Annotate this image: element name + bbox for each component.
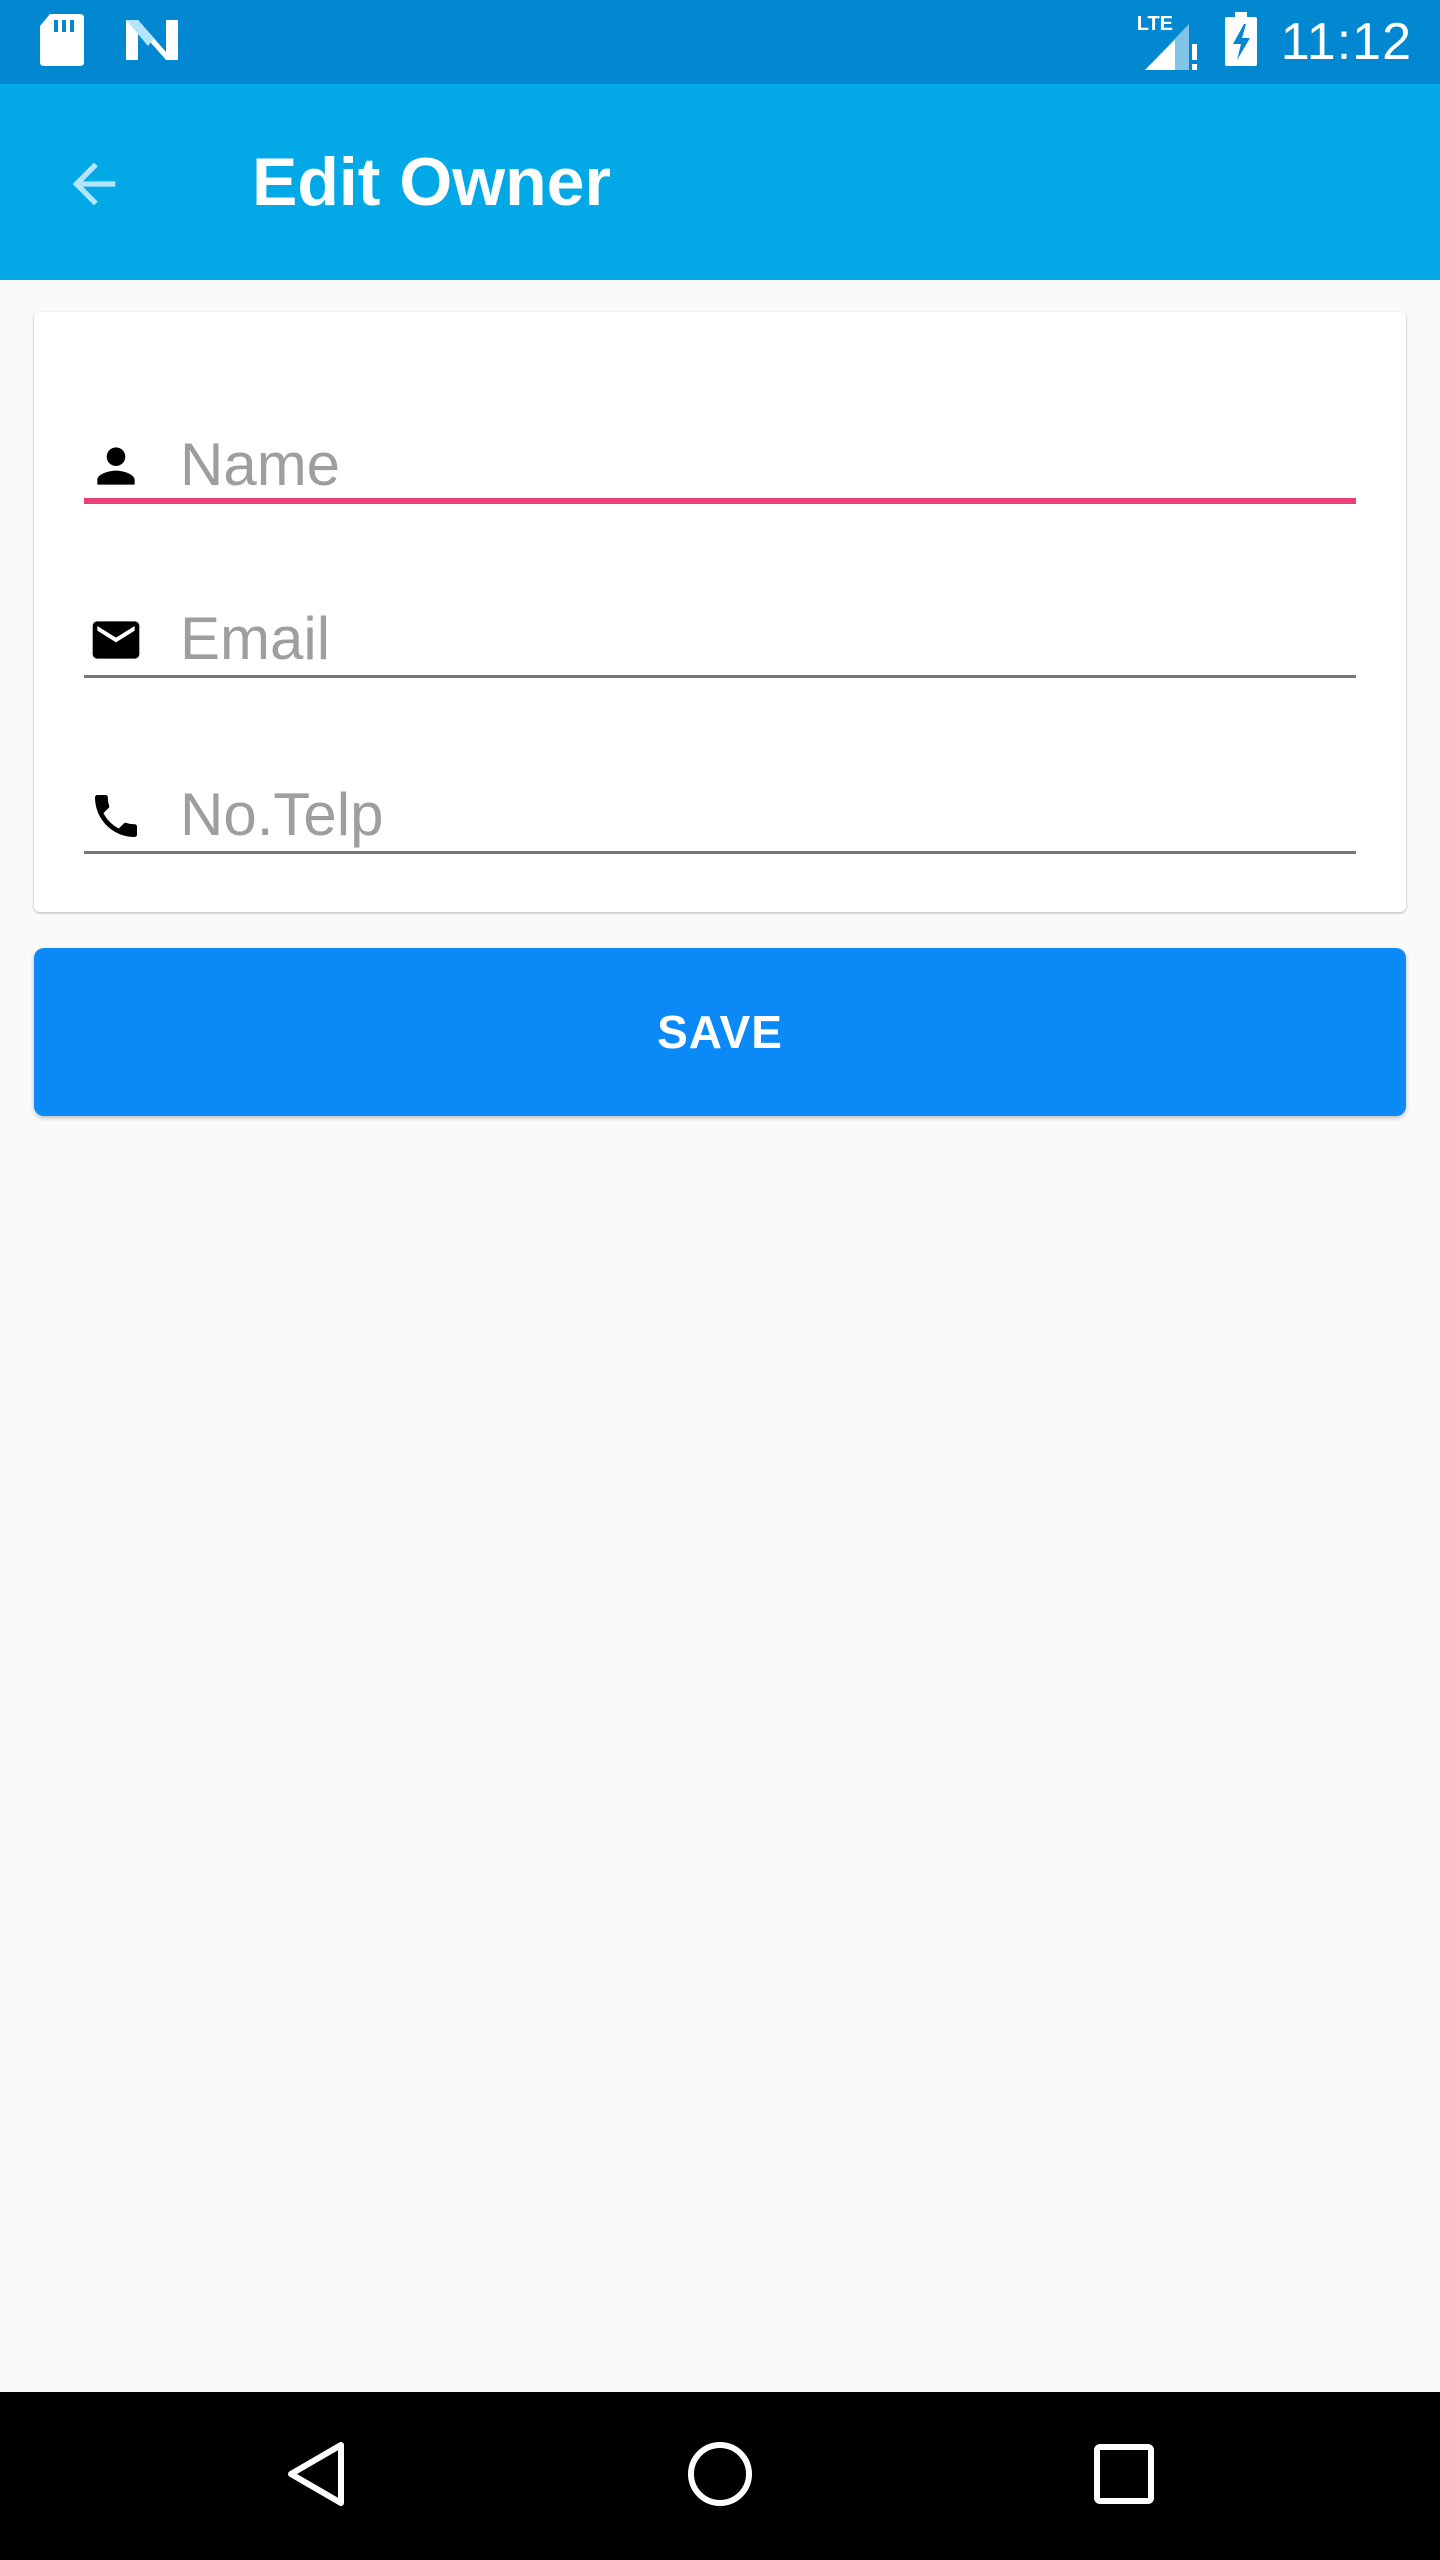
app-bar: Edit Owner [0, 84, 1440, 280]
email-field [84, 558, 1356, 678]
person-icon [88, 438, 144, 494]
arrow-back-icon [62, 152, 126, 221]
nav-back-button[interactable] [266, 2426, 366, 2526]
email-icon [88, 612, 144, 668]
phone-underline [84, 851, 1356, 854]
lte-label: LTE [1136, 13, 1174, 35]
back-button[interactable] [44, 136, 144, 236]
email-underline [84, 675, 1356, 678]
recents-square-icon [1092, 2442, 1156, 2511]
nav-home-button[interactable] [670, 2426, 770, 2526]
system-nav-bar [0, 2392, 1440, 2560]
lte-signal-icon: LTE [1137, 10, 1201, 74]
status-time: 11:12 [1280, 13, 1412, 71]
battery-charging-icon [1223, 11, 1259, 73]
page-title: Edit Owner [252, 144, 611, 220]
status-left-icons [40, 14, 180, 71]
n-notification-icon [124, 16, 180, 69]
owner-form-card [34, 312, 1406, 912]
email-input[interactable] [180, 598, 1340, 678]
name-field [84, 384, 1356, 504]
save-button[interactable]: SAVE [34, 948, 1406, 1116]
phone-input[interactable] [180, 774, 1340, 854]
phone-field [84, 734, 1356, 854]
phone-icon [88, 788, 144, 844]
status-right-icons: LTE 11:12 [1137, 10, 1412, 74]
nav-recents-button[interactable] [1074, 2426, 1174, 2526]
name-input[interactable] [180, 424, 1340, 504]
status-bar: LTE 11:12 [0, 0, 1440, 84]
home-circle-icon [685, 2439, 755, 2514]
back-triangle-icon [281, 2439, 351, 2514]
name-underline [84, 498, 1356, 504]
sd-card-icon [40, 14, 84, 71]
